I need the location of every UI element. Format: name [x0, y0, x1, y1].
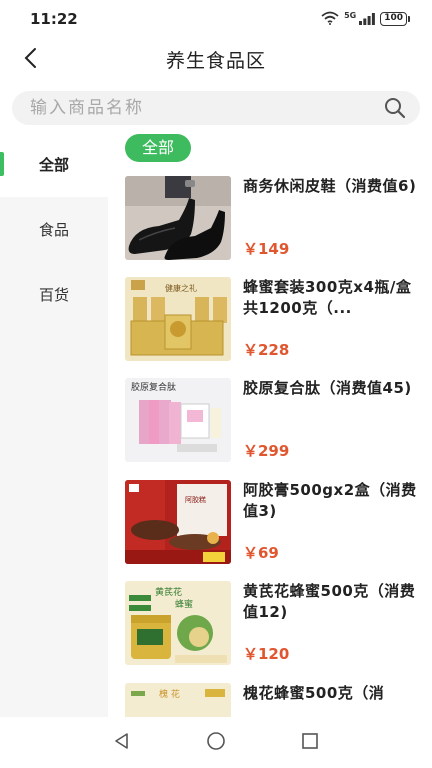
- wifi-icon: [321, 10, 339, 29]
- product-image-collagen: 胶原复合肽: [125, 378, 231, 462]
- filter-tag-all[interactable]: 全部: [125, 134, 192, 162]
- page-title: 养生食品区: [165, 49, 266, 72]
- product-item[interactable]: 黄芪花 蜂蜜 黄芪花蜂蜜500克（消费值12) ￥120: [125, 581, 425, 665]
- huangqi-sub-text: 蜂蜜: [175, 598, 193, 610]
- product-price: ￥69: [243, 544, 279, 562]
- product-name: 蜂蜜套装300克x4瓶/盒共1200克（...: [243, 278, 412, 317]
- product-price: ￥299: [243, 442, 290, 460]
- signal-icon: [359, 10, 376, 29]
- product-name: 胶原复合肽（消费值45): [243, 379, 412, 397]
- sidebar-item-general-goods[interactable]: 百货: [0, 262, 108, 327]
- huangqi-title-text: 黄芪花: [155, 586, 182, 598]
- product-list: 全部 商务休闲皮鞋（消费值6) ￥149 健康之礼 蜂蜜套装300克x4瓶/盒共…: [108, 132, 432, 717]
- product-item[interactable]: 槐 花 槐花蜂蜜500克（消: [125, 683, 425, 717]
- product-item[interactable]: 阿胶糕 阿胶膏500gx2盒（消费值3) ￥69: [125, 480, 425, 564]
- chevron-left-icon: [23, 47, 37, 73]
- nav-back-button[interactable]: [110, 731, 134, 755]
- circle-home-icon: [206, 731, 226, 755]
- square-recents-icon: [301, 732, 319, 754]
- category-sidebar: 全部 食品 百货: [0, 132, 108, 717]
- back-button[interactable]: [14, 44, 46, 76]
- search-input[interactable]: [30, 98, 382, 118]
- sidebar-item-food[interactable]: 食品: [0, 197, 108, 262]
- ejiao-box-text: 阿胶糕: [185, 495, 206, 504]
- product-item[interactable]: 胶原复合肽 胶原复合肽（消费值45) ￥299: [125, 378, 425, 462]
- triangle-back-icon: [113, 732, 131, 754]
- product-price: ￥149: [243, 240, 290, 258]
- sidebar-item-label: 全部: [38, 156, 69, 174]
- product-image-huangqi-honey: 黄芪花 蜂蜜: [125, 581, 231, 665]
- collagen-banner-text: 胶原复合肽: [131, 381, 176, 393]
- product-image-huai-honey: 槐 花: [125, 683, 231, 717]
- product-image-honey-set: 健康之礼: [125, 277, 231, 361]
- product-item[interactable]: 健康之礼 蜂蜜套装300克x4瓶/盒共1200克（... ￥228: [125, 277, 425, 361]
- product-name: 商务休闲皮鞋（消费值6): [243, 177, 417, 195]
- product-image-ejiao: 阿胶糕: [125, 480, 231, 564]
- product-price: ￥120: [243, 645, 290, 663]
- honey-set-banner-text: 健康之礼: [165, 283, 197, 293]
- product-name: 阿胶膏500gx2盒（消费值3): [243, 481, 417, 520]
- sidebar-item-label: 食品: [38, 221, 69, 239]
- nav-recents-button[interactable]: [298, 731, 322, 755]
- header: 养生食品区: [0, 38, 432, 80]
- battery-icon: 100: [380, 12, 410, 26]
- network-type: 5G: [344, 10, 357, 20]
- product-name: 黄芪花蜂蜜500克（消费值12): [243, 582, 416, 621]
- battery-level: 100: [380, 12, 407, 26]
- system-nav-bar: [0, 717, 432, 768]
- sidebar-item-all[interactable]: 全部: [0, 132, 108, 197]
- status-icons: 5G 100: [321, 10, 410, 29]
- product-image-shoes: [125, 176, 231, 260]
- nav-home-button[interactable]: [204, 731, 228, 755]
- status-time: 11:22: [30, 10, 78, 28]
- sidebar-item-label: 百货: [38, 286, 69, 304]
- product-price: ￥228: [243, 341, 290, 359]
- product-name: 槐花蜂蜜500克（消: [243, 684, 385, 702]
- status-bar: 11:22 5G 100: [0, 0, 432, 38]
- product-item[interactable]: 商务休闲皮鞋（消费值6) ￥149: [125, 176, 425, 260]
- search-bar: [12, 91, 420, 125]
- huai-title-text: 槐 花: [159, 688, 180, 700]
- search-icon[interactable]: [382, 95, 408, 121]
